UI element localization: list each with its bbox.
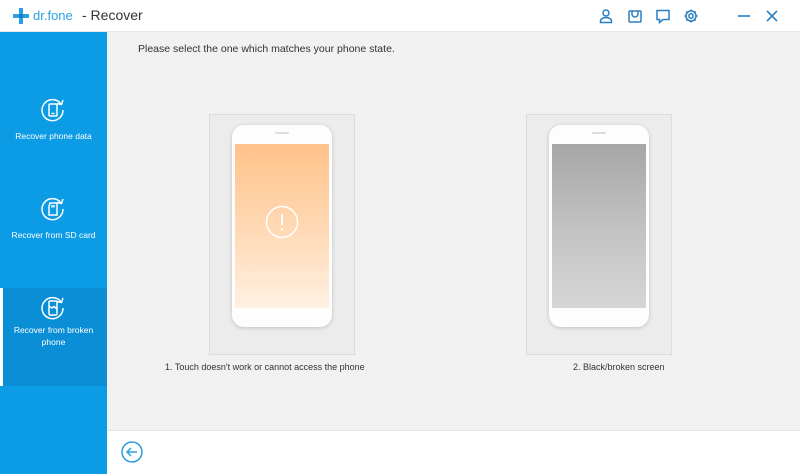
sidebar: Recover phone data Recover from SD card …: [0, 32, 107, 474]
option-black-broken-screen[interactable]: [526, 114, 672, 355]
minimize-icon[interactable]: [735, 7, 753, 25]
sidebar-item-recover-broken-phone[interactable]: Recover from broken phone: [0, 288, 107, 386]
close-icon[interactable]: [763, 7, 781, 25]
phone-illustration: [549, 125, 649, 327]
sidebar-item-recover-phone-data[interactable]: Recover phone data: [0, 84, 107, 182]
warning-icon: [265, 205, 299, 239]
app-window: dr.fone - Recover Recover phone data Rec…: [0, 0, 800, 474]
sidebar-item-recover-sd-card[interactable]: Recover from SD card: [0, 183, 107, 281]
back-arrow-icon[interactable]: [121, 441, 143, 463]
feedback-icon[interactable]: [655, 8, 671, 24]
phone-screen-orange: [235, 144, 329, 308]
sidebar-item-label: Recover from SD card: [11, 230, 96, 240]
main-content: Please select the one which matches your…: [107, 32, 800, 430]
option-touch-not-working[interactable]: [209, 114, 355, 355]
broken-phone-recover-icon: [41, 296, 64, 320]
phone-illustration: [232, 125, 332, 327]
phone-recover-icon: [41, 98, 64, 122]
user-icon[interactable]: [598, 8, 614, 24]
sd-card-recover-icon: [41, 197, 64, 221]
app-title: - Recover: [82, 7, 143, 23]
bottom-bar: [107, 430, 800, 474]
option-label-black-screen: 2. Black/broken screen: [573, 362, 665, 372]
drfone-logo-icon: [13, 8, 29, 24]
phone-speaker: [592, 132, 606, 134]
settings-icon[interactable]: [683, 8, 699, 24]
phone-screen-gray: [552, 144, 646, 308]
sidebar-item-label: Recover phone data: [15, 131, 92, 141]
instruction-text: Please select the one which matches your…: [138, 43, 395, 55]
sidebar-item-label: Recover from broken phone: [13, 325, 94, 347]
store-icon[interactable]: [627, 8, 643, 24]
title-bar: dr.fone - Recover: [0, 0, 800, 32]
brand-name: dr.fone: [33, 8, 73, 23]
phone-speaker: [275, 132, 289, 134]
option-label-touch: 1. Touch doesn't work or cannot access t…: [165, 362, 365, 372]
